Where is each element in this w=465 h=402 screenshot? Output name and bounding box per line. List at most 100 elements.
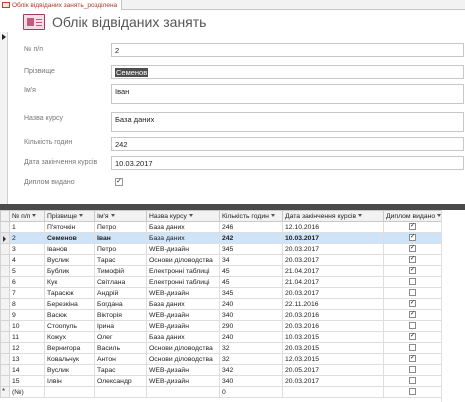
table-cell-hours[interactable]: 32 [219,342,283,354]
row-selector[interactable] [0,232,10,244]
new-record-row[interactable]: * (№) 0 [0,386,442,398]
table-cell-name[interactable]: Олександр [94,375,147,387]
row-selector[interactable] [0,243,10,255]
table-cell-date[interactable]: 20.03.2015 [282,342,384,354]
column-header[interactable]: № п/п [9,210,45,222]
table-cell-course[interactable]: WEB-дизайн [146,243,220,255]
row-selector[interactable] [0,221,10,233]
table-cell-course[interactable]: Електронні таблиці [146,276,220,288]
table-cell-surname[interactable]: Ілвін [44,375,95,387]
table-cell-date[interactable]: 20.05.2017 [282,364,384,376]
table-cell-date[interactable]: 10.03.2015 [282,331,384,343]
table-cell-course[interactable]: Електронні таблиці [146,265,220,277]
table-cell-num[interactable]: 11 [9,331,45,343]
document-tab[interactable]: Облік відвіданих занять_розділена [0,0,123,10]
table-cell-hours[interactable]: 34 [219,254,283,266]
table-cell-surname[interactable]: Кожух [44,331,95,343]
table-cell-surname[interactable]: Васюк [44,309,95,321]
table-cell-surname[interactable]: П'яточкін [44,221,95,233]
table-cell-date[interactable]: 12.10.2016 [282,221,384,233]
table-cell-hours[interactable]: 45 [219,265,283,277]
header-selector[interactable] [0,210,10,222]
field-end-date[interactable]: 10.03.2017 [111,156,464,170]
table-cell-course[interactable]: WEB-дизайн [146,320,220,332]
table-cell-course[interactable]: WEB-дизайн [146,309,220,321]
field-number[interactable]: 2 [111,43,464,57]
table-cell-num[interactable]: 1 [9,221,45,233]
table-cell-name[interactable]: Антон [94,353,147,365]
table-cell-num[interactable]: 7 [9,287,45,299]
table-cell-name[interactable]: Тимофій [94,265,147,277]
diploma-checkbox[interactable]: ✓ [409,333,416,341]
table-cell-name[interactable]: Світлана [94,276,147,288]
table-cell-surname[interactable]: Вуслик [44,254,95,266]
table-row[interactable]: 5 Бублик Тимофій Електронні таблиці 45 21.04.… [0,265,442,277]
table-row[interactable]: 4 Вуслик Тарас Основи діловодства 34 20.03.20… [0,254,442,266]
row-selector[interactable] [0,309,10,321]
table-cell-surname[interactable]: Вуслик [44,364,95,376]
column-header[interactable]: Дата закінчення курсів [282,210,384,222]
diploma-checkbox[interactable]: ✓ [409,300,416,308]
row-selector[interactable] [0,276,10,288]
table-cell-num[interactable]: 4 [9,254,45,266]
table-cell-course[interactable]: Основи діловодства [146,353,220,365]
table-cell-name[interactable]: Тарас [94,254,147,266]
table-row[interactable]: 9 Васюк Вікторія WEB-дизайн 340 20.03.2016 ✓ [0,309,442,321]
diploma-checkbox[interactable] [409,278,416,286]
table-cell-hours[interactable]: 242 [219,232,283,244]
new-record-cell[interactable]: (№) [9,386,45,398]
table-cell-surname[interactable]: Тарасюк [44,287,95,299]
table-cell-course[interactable]: Основи діловодства [146,342,220,354]
row-selector[interactable] [0,353,10,365]
table-cell-num[interactable]: 6 [9,276,45,288]
table-cell-num[interactable]: 13 [9,353,45,365]
table-cell-hours[interactable]: 342 [219,364,283,376]
row-selector[interactable]: * [0,386,10,398]
column-header[interactable]: Кількість годин [219,210,283,222]
table-cell-name[interactable]: Петро [94,221,147,233]
table-cell-date[interactable]: 20.03.2016 [282,320,384,332]
table-cell-hours[interactable]: 240 [219,298,283,310]
table-row[interactable]: 15 Ілвін Олександр WEB-дизайн 340 20.03.2017 [0,375,442,387]
row-selector[interactable] [0,320,10,332]
table-cell-num[interactable]: 10 [9,320,45,332]
table-cell-course[interactable]: Основи діловодства [146,254,220,266]
table-row[interactable]: 11 Кожух Олег База даних 240 10.03.2015 ✓ [0,331,442,343]
table-cell-course[interactable]: WEB-дизайн [146,364,220,376]
diploma-checkbox[interactable]: ✓ [409,355,416,363]
new-record-cell[interactable] [282,386,384,398]
table-cell-name[interactable]: Андрій [94,287,147,299]
diploma-checkbox[interactable] [409,289,416,297]
table-cell-surname[interactable]: Кук [44,276,95,288]
table-cell-date[interactable]: 10.03.2017 [282,232,384,244]
column-header[interactable]: Диплом видано [383,210,442,222]
diploma-checkbox[interactable]: ✓ [409,256,416,264]
sort-dropdown-icon[interactable] [358,214,363,218]
row-selector[interactable] [0,298,10,310]
table-cell-date[interactable]: 20.03.2017 [282,254,384,266]
table-cell-date[interactable]: 12.03.2015 [282,353,384,365]
table-row[interactable]: 12 Вернигора Василь Основи діловодства 32 20.… [0,342,442,354]
field-name[interactable]: Іван [111,84,464,104]
row-selector[interactable] [0,364,10,376]
table-cell-name[interactable]: Вікторія [94,309,147,321]
table-cell-surname[interactable]: Іванов [44,243,95,255]
new-record-cell[interactable] [146,386,220,398]
table-cell-hours[interactable]: 32 [219,353,283,365]
table-cell-name[interactable]: Іван [94,232,147,244]
table-row[interactable]: 10 Стоопуль Ірина WEB-дизайн 290 20.03.2016 [0,320,442,332]
table-row[interactable]: 2 Семенов Іван База даних 242 10.03.2017 ✓ [0,232,442,244]
diploma-checkbox[interactable]: ✓ [409,267,416,275]
table-cell-date[interactable]: 22.11.2016 [282,298,384,310]
table-row[interactable]: 7 Тарасюк Андрій WEB-дизайн 345 20.03.2017 [0,287,442,299]
table-cell-num[interactable]: 5 [9,265,45,277]
table-cell-num[interactable]: 14 [9,364,45,376]
diploma-checkbox[interactable]: ✓ [115,178,123,186]
diploma-checkbox[interactable] [409,388,416,396]
table-cell-name[interactable]: Петро [94,243,147,255]
table-cell-course[interactable]: База даних [146,298,220,310]
table-row[interactable]: 8 Березкіна Богдана База даних 240 22.11.2016… [0,298,442,310]
table-cell-date[interactable]: 20.03.2017 [282,287,384,299]
diploma-checkbox[interactable] [409,344,416,352]
table-cell-hours[interactable]: 345 [219,243,283,255]
